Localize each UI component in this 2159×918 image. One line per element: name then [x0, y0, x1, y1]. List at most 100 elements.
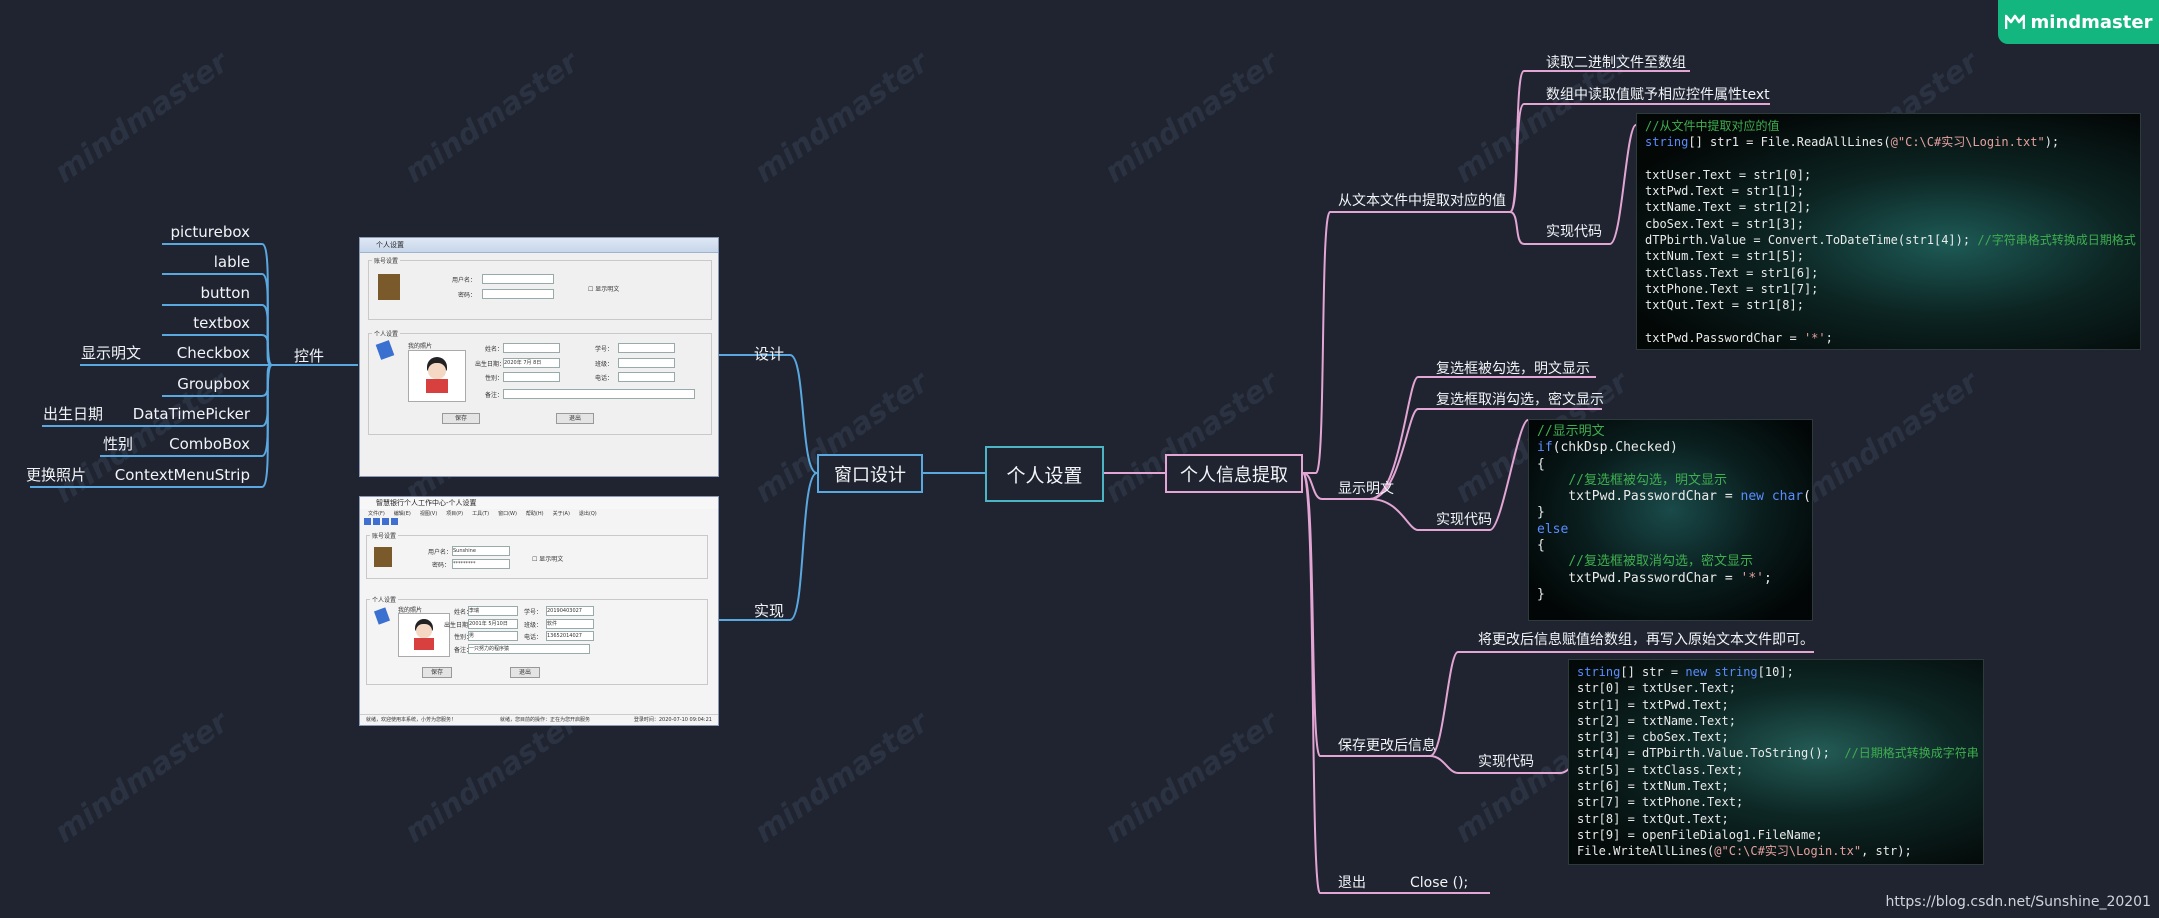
control-item[interactable]: picturebox	[170, 222, 250, 242]
num-label: 学号：	[595, 346, 614, 353]
control-note[interactable]: 性别	[103, 434, 133, 454]
class-field[interactable]	[618, 358, 675, 368]
control-item[interactable]: Checkbox	[177, 343, 250, 363]
save-code-line: str[1] = txtPwd.Text;	[1577, 697, 1729, 712]
impl-menu-item[interactable]: 帮助(H)	[526, 511, 544, 517]
show-code-line: txtPwd.PasswordChar = '*';	[1537, 570, 1772, 586]
save-code-line: str[6] = txtNum.Text;	[1577, 779, 1729, 794]
controls-node[interactable]: 控件	[294, 346, 324, 366]
save-code-node[interactable]: 实现代码	[1478, 752, 1534, 772]
control-item[interactable]: ComboBox	[169, 434, 250, 454]
birth-label: 出生日期：	[475, 361, 506, 368]
control-item[interactable]: lable	[214, 252, 250, 272]
show-node[interactable]: 显示明文	[1338, 479, 1394, 499]
extract-item-read[interactable]: 读取二进制文件至数组	[1546, 53, 1686, 73]
control-note[interactable]: 出生日期	[43, 404, 103, 424]
pwd-field[interactable]	[482, 289, 554, 299]
impl-menu-item[interactable]: 文件(F)	[368, 511, 385, 517]
impl-menu-item[interactable]: 关于(A)	[553, 511, 570, 517]
mindmaster-logo[interactable]: mindmaster	[1998, 0, 2159, 44]
control-item[interactable]: DataTimePicker	[133, 404, 250, 424]
extract-item-assign[interactable]: 数组中读取值赋予相应控件属性text	[1546, 85, 1770, 105]
exit-node[interactable]: 退出	[1338, 873, 1366, 893]
sex-combo[interactable]	[503, 372, 560, 382]
extract-code-line: txtQut.Text = str1[8];	[1645, 298, 1804, 313]
impl-statusbar: 就绪，欢迎使用本系统，小芳为您服务！ 就绪，您目前的操作：正在为您开启服务 登录时间…	[360, 714, 718, 725]
impl-note-field[interactable]: 一只努力的程序猿	[468, 644, 590, 654]
extract-code-line: txtPhone.Text = str1[7];	[1645, 281, 1819, 296]
account-group-label: 账号设置	[372, 256, 401, 265]
exit-button[interactable]: 退出	[556, 413, 594, 424]
name-label: 姓名：	[485, 346, 504, 353]
design-form-screenshot: 个人设置 账号设置 用户名： 密码： ☐ 显示明文 个人设置 我的照片 姓名： …	[359, 237, 719, 477]
impl-pwd-label: 密码：	[432, 562, 451, 569]
note-label: 备注：	[485, 392, 504, 399]
impl-titlebar: 智慧银行个人工作中心-个人设置	[360, 497, 718, 509]
impl-phone-field[interactable]: 13652014027	[546, 631, 594, 641]
control-item[interactable]: textbox	[193, 313, 250, 333]
show-code-block: //显示明文 if(chkDsp.Checked){ //复选框被勾选，明文显示 …	[1528, 419, 1813, 621]
impl-menu-item[interactable]: 视图(V)	[420, 511, 437, 517]
save-note[interactable]: 将更改后信息赋值给数组，再写入原始文本文件即可。	[1478, 630, 1814, 650]
exit-code[interactable]: Close ();	[1410, 873, 1468, 893]
save-code-line: str[3] = cboSex.Text;	[1577, 730, 1729, 745]
name-field[interactable]	[503, 343, 560, 353]
extract-node[interactable]: 从文本文件中提取对应的值	[1338, 191, 1506, 211]
control-note[interactable]: 更换照片	[26, 465, 86, 485]
impl-menu-item[interactable]: 项目(P)	[446, 511, 463, 517]
extract-code-line	[1645, 151, 2132, 167]
note-field[interactable]	[503, 389, 695, 399]
design-node[interactable]: 设计	[754, 344, 784, 364]
impl-account-group-label: 账号设置	[370, 531, 399, 540]
impl-num-field[interactable]: 20190403027	[546, 606, 594, 616]
save-button[interactable]: 保存	[442, 413, 480, 424]
impl-pwd-field[interactable]: *********	[452, 559, 510, 569]
phone-label: 电话：	[595, 375, 614, 382]
phone-field[interactable]	[618, 372, 675, 382]
window-design-node[interactable]: 窗口设计	[817, 454, 923, 493]
control-item[interactable]: ContextMenuStrip	[115, 465, 250, 485]
extract-code-node[interactable]: 实现代码	[1546, 222, 1602, 242]
impl-personal-group-label: 个人设置	[370, 595, 399, 604]
impl-menu-item[interactable]: 退出(Q)	[579, 511, 597, 517]
birth-picker[interactable]: 2020年 7月 8日	[503, 358, 560, 368]
impl-menu-item[interactable]: 编辑(E)	[394, 511, 411, 517]
impl-user-field[interactable]: Sunshine	[452, 546, 510, 556]
extract-code-line: txtName.Text = str1[2];	[1645, 200, 1812, 215]
impl-save-button[interactable]: 保存	[422, 667, 452, 678]
impl-menu-item[interactable]: 工具(T)	[472, 511, 489, 517]
impl-photo[interactable]	[398, 613, 450, 657]
control-item[interactable]: button	[201, 283, 250, 303]
save-code-line: str[4] = dTPbirth.Value.ToString(); //日期…	[1577, 746, 1979, 761]
photo-picture[interactable]	[408, 350, 466, 402]
extract-code-line: txtPwd.PasswordChar = '*';	[1645, 330, 1833, 345]
show-item-unchecked[interactable]: 复选框取消勾选，密文显示	[1436, 390, 1604, 410]
impl-num-label: 学号：	[524, 609, 543, 616]
info-extract-node[interactable]: 个人信息提取	[1165, 454, 1303, 493]
show-code-line: //显示明文	[1537, 424, 1605, 439]
control-item[interactable]: Groupbox	[177, 374, 250, 394]
impl-menu-item[interactable]: 窗口(W)	[498, 511, 517, 517]
impl-sex-combo[interactable]: 男	[468, 631, 518, 641]
show-code-line: {	[1537, 456, 1545, 472]
avatar-picture	[378, 274, 400, 300]
save-node[interactable]: 保存更改后信息	[1338, 736, 1436, 756]
central-topic-node[interactable]: 个人设置	[985, 446, 1104, 502]
implement-node[interactable]: 实现	[754, 601, 784, 621]
show-pwd-checkbox[interactable]: ☐ 显示明文	[588, 284, 619, 293]
show-code-node[interactable]: 实现代码	[1436, 510, 1492, 530]
save-code-line: str[5] = txtClass.Text;	[1577, 762, 1744, 777]
impl-class-field[interactable]: 软件	[546, 619, 594, 629]
impl-exit-button[interactable]: 退出	[510, 667, 540, 678]
user-field[interactable]	[482, 274, 554, 284]
impl-name-field[interactable]: 李瑞	[468, 606, 518, 616]
impl-avatar	[374, 547, 392, 567]
impl-status-text: 就绪，欢迎使用本系统，小芳为您服务！	[366, 717, 457, 723]
show-code-line: //复选框被取消勾选，密文显示	[1568, 554, 1753, 570]
control-note[interactable]: 显示明文	[81, 343, 141, 363]
impl-birth-picker[interactable]: 2001年 5月10日	[468, 619, 518, 629]
impl-show-pwd-checkbox[interactable]: ☐ 显示明文	[532, 554, 563, 563]
show-code-line: else	[1537, 521, 1569, 537]
num-field[interactable]	[618, 343, 675, 353]
show-item-checked[interactable]: 复选框被勾选，明文显示	[1436, 359, 1590, 379]
